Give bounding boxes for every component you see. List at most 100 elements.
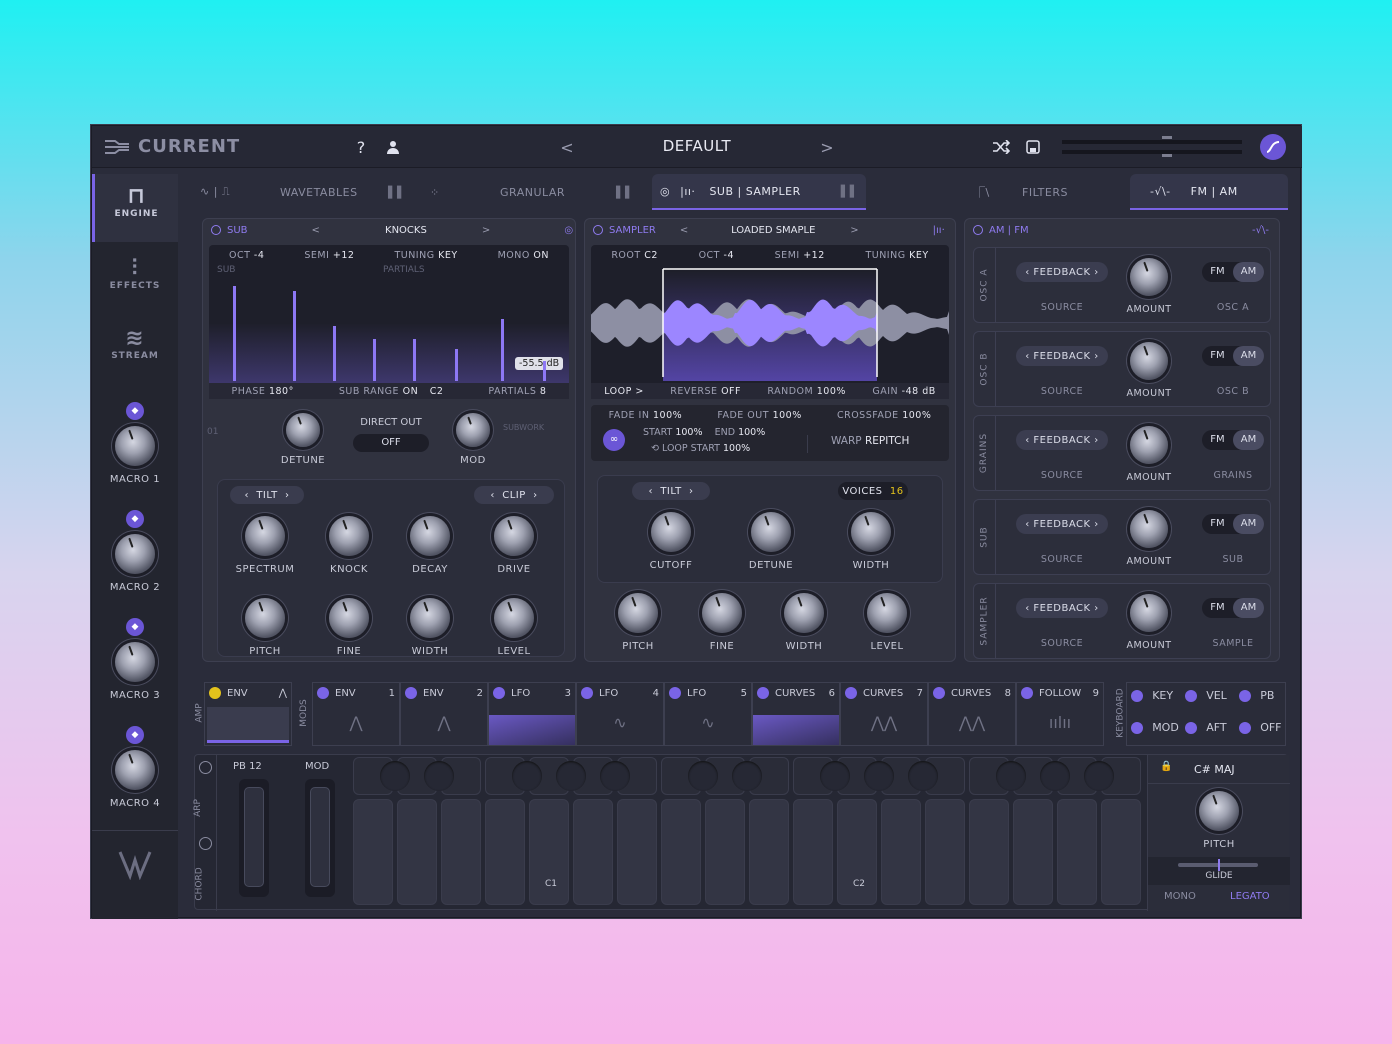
feedback-selector[interactable]: ‹ FEEDBACK › (1016, 262, 1108, 282)
fine-control[interactable]: FINE (314, 598, 384, 657)
piano-key[interactable] (1057, 799, 1097, 905)
sampler-width2-control[interactable]: WIDTH (769, 593, 839, 652)
mod-link-icon[interactable] (1021, 687, 1033, 699)
sidebar-item-engine[interactable]: ⊓ ENGINE (92, 174, 178, 242)
piano-key[interactable] (969, 799, 1009, 905)
next-preset-button[interactable]: > (814, 134, 840, 160)
black-key[interactable] (908, 761, 938, 791)
mod-wheel[interactable] (305, 779, 335, 897)
fine-knob[interactable] (702, 593, 742, 633)
tab-granular[interactable]: GRANULAR (500, 174, 565, 210)
tab-sub-sampler[interactable]: ◎ |ıı· SUB | SAMPLER ▌▌ (652, 174, 866, 210)
piano-key[interactable] (353, 799, 393, 905)
knock-knob[interactable] (329, 516, 369, 556)
kb-source-off[interactable]: OFF (1239, 721, 1291, 734)
sampler-preset-name[interactable]: LOADED SMAPLE (718, 225, 828, 236)
sub-prev-button[interactable]: < (312, 225, 320, 236)
mod-link-icon[interactable] (1185, 690, 1197, 702)
piano-key[interactable] (749, 799, 789, 905)
black-key[interactable] (1084, 761, 1114, 791)
mod-link-icon[interactable] (669, 687, 681, 699)
partial-bar[interactable] (233, 286, 236, 381)
mod-slot-3[interactable]: LFO 3 (488, 682, 576, 746)
amount-knob[interactable] (1130, 342, 1168, 380)
macro-1[interactable]: ◆ MACRO 1 (92, 402, 178, 485)
drag-handle-icon[interactable]: ▌▌ (388, 174, 406, 210)
mod-link-icon[interactable] (845, 687, 857, 699)
mod-link-icon[interactable] (1131, 690, 1143, 702)
glide-slider[interactable]: GLIDE (1148, 857, 1290, 885)
macro-link-icon[interactable]: ◆ (126, 726, 144, 744)
black-key[interactable] (512, 761, 542, 791)
arp-label[interactable]: ARP (193, 799, 203, 817)
piano-key[interactable] (1013, 799, 1053, 905)
kb-source-key[interactable]: KEY (1131, 689, 1183, 702)
waveform-icon[interactable]: |ıı· (933, 225, 945, 236)
black-key[interactable] (424, 761, 454, 791)
sampler-pitch-control[interactable]: PITCH (603, 593, 673, 652)
pitch-control[interactable]: PITCH (230, 598, 300, 657)
fm-option[interactable]: FM (1202, 598, 1233, 618)
mod-link-icon[interactable] (1239, 690, 1251, 702)
feedback-selector[interactable]: ‹ FEEDBACK › (1016, 430, 1108, 450)
piano-key[interactable] (1101, 799, 1141, 905)
width-knob[interactable] (784, 593, 824, 633)
sub-partials-display[interactable]: OCT -4 SEMI +12 TUNING KEY MONO ON SUB P… (209, 245, 569, 399)
drive-control[interactable]: DRIVE (479, 516, 549, 575)
fm-am-toggle[interactable]: FM AM (1202, 598, 1264, 618)
fm-am-toggle[interactable]: FM AM (1202, 346, 1264, 366)
drag-handle-icon[interactable]: ▌▌ (841, 185, 859, 198)
level-knob[interactable] (494, 598, 534, 638)
preset-name[interactable]: DEFAULT (652, 137, 742, 155)
sampler-level-control[interactable]: LEVEL (852, 593, 922, 652)
macro-link-icon[interactable]: ◆ (126, 402, 144, 420)
decay-control[interactable]: DECAY (395, 516, 465, 575)
mono-button[interactable]: MONO (1164, 891, 1196, 902)
wave-shape-icons[interactable]: ∿ | ⎍ (200, 174, 250, 210)
partial-bar[interactable] (455, 349, 458, 381)
black-key[interactable] (600, 761, 630, 791)
piano-key[interactable] (441, 799, 481, 905)
feedback-selector[interactable]: ‹ FEEDBACK › (1016, 514, 1108, 534)
mod-link-icon[interactable] (317, 687, 329, 699)
macro-3-knob[interactable] (115, 642, 155, 682)
warp-mode[interactable]: WARP REPITCH (831, 435, 909, 447)
link-icon[interactable]: ∞ (603, 429, 625, 451)
piano-key[interactable] (705, 799, 745, 905)
black-key[interactable] (556, 761, 586, 791)
piano-key[interactable] (397, 799, 437, 905)
sampler-width-control[interactable]: WIDTH (836, 512, 906, 571)
partial-bar[interactable] (501, 319, 504, 381)
piano-key[interactable] (529, 799, 569, 905)
spectrum-control[interactable]: SPECTRUM (230, 516, 300, 575)
amount-knob[interactable] (1130, 426, 1168, 464)
amount-knob[interactable] (1130, 510, 1168, 548)
tab-wavetables[interactable]: WAVETABLES (280, 174, 358, 210)
perf-pitch-control[interactable]: PITCH (1184, 791, 1254, 850)
piano-key[interactable] (837, 799, 877, 905)
output-meter[interactable] (1062, 136, 1247, 158)
fm-option[interactable]: FM (1202, 346, 1233, 366)
mod-slot-8[interactable]: CURVES 8 ⋀⋀ (928, 682, 1016, 746)
knock-control[interactable]: KNOCK (314, 516, 384, 575)
user-icon[interactable] (380, 134, 406, 160)
mod-slot-4[interactable]: LFO 4 ∿ (576, 682, 664, 746)
mod-link-icon[interactable] (757, 687, 769, 699)
fm-am-toggle[interactable]: FM AM (1202, 514, 1264, 534)
mod-slot-6[interactable]: CURVES 6 (752, 682, 840, 746)
mod-link-icon[interactable] (933, 687, 945, 699)
spectrum-knob[interactable] (245, 516, 285, 556)
black-key[interactable] (732, 761, 762, 791)
fine-knob[interactable] (329, 598, 369, 638)
chord-power-icon[interactable] (199, 837, 212, 850)
macro-4[interactable]: ◆ MACRO 4 (92, 726, 178, 809)
partial-bar[interactable] (373, 339, 376, 381)
drive-knob[interactable] (494, 516, 534, 556)
kb-source-aft[interactable]: AFT (1185, 721, 1237, 734)
macro-3[interactable]: ◆ MACRO 3 (92, 618, 178, 701)
width-knob[interactable] (410, 598, 450, 638)
black-key[interactable] (864, 761, 894, 791)
piano-key[interactable] (617, 799, 657, 905)
amount-knob[interactable] (1130, 258, 1168, 296)
mod-link-icon[interactable] (1239, 722, 1251, 734)
